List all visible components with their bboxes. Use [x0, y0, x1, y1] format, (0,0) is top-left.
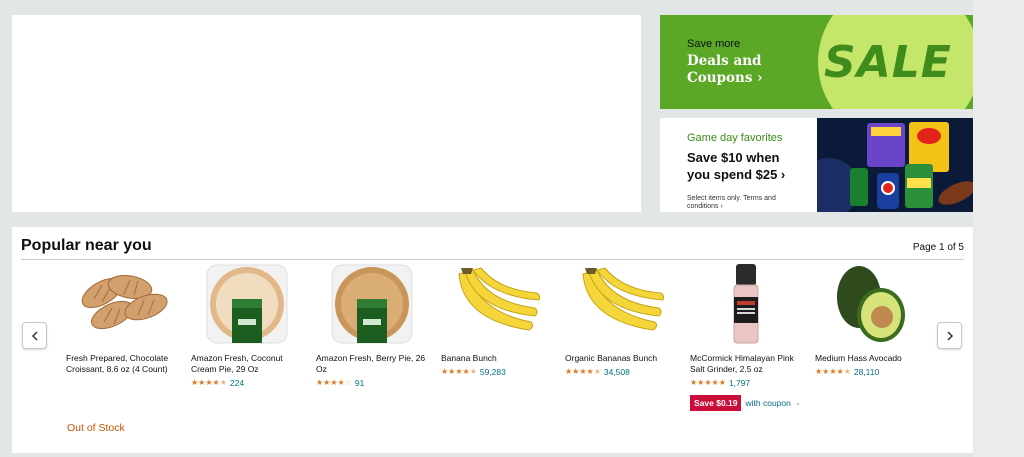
banana-image[interactable]: [441, 262, 553, 346]
product-rating[interactable]: ★ ★ ★ ★ ★ 224: [191, 378, 303, 388]
product-card[interactable]: Amazon Fresh, Berry Pie, 26 Oz ★ ★ ★ ★ ☆ 91: [316, 262, 428, 388]
product-name[interactable]: Amazon Fresh, Coconut Cream Pie, 29 Oz: [191, 353, 303, 375]
game-day-promo-card[interactable]: Game day favorites Save $10 when you spe…: [660, 118, 973, 212]
review-count[interactable]: 1,797: [729, 378, 750, 388]
promo-headline-line1: Save $10 when: [687, 150, 780, 165]
product-card[interactable]: Medium Hass Avocado ★ ★ ★ ★ ★ 28,110: [815, 262, 927, 377]
hero-banner-area: [12, 15, 641, 212]
star-rating-icon: ★ ★ ★ ★ ★: [565, 367, 601, 376]
snack-products-image: [817, 118, 973, 212]
sale-card-pretitle: Save more: [687, 38, 741, 50]
product-card[interactable]: Organic Bananas Bunch ★ ★ ★ ★ ★ 34,508: [565, 262, 677, 377]
chevron-right-icon: [946, 330, 953, 341]
promo-eyebrow: Game day favorites: [687, 132, 783, 144]
product-card[interactable]: Amazon Fresh, Coconut Cream Pie, 29 Oz ★…: [191, 262, 303, 388]
star-rating-icon: ★ ★ ★ ★ ★: [690, 378, 726, 387]
review-count[interactable]: 91: [355, 378, 364, 388]
product-rating[interactable]: ★ ★ ★ ★ ★ 28,110: [815, 367, 927, 377]
chevron-left-icon: [31, 330, 38, 341]
carousel-pager: Page 1 of 5: [912, 242, 964, 253]
product-name[interactable]: Medium Hass Avocado: [815, 353, 927, 364]
carousel-next-button[interactable]: [937, 322, 962, 349]
coupon-offer[interactable]: Save $0.19 with coupon ⌄: [690, 395, 801, 411]
star-rating-icon: ★ ★ ★ ★ ☆: [316, 378, 352, 387]
banana-image[interactable]: [565, 262, 677, 346]
star-rating-icon: ★ ★ ★ ★ ★: [191, 378, 227, 387]
product-rating[interactable]: ★ ★ ★ ★ ☆ 91: [316, 378, 428, 388]
product-rating[interactable]: ★ ★ ★ ★ ★ 34,508: [565, 367, 677, 377]
product-name[interactable]: Banana Bunch: [441, 353, 553, 364]
out-of-stock-label: Out of Stock: [67, 422, 125, 434]
promo-headline[interactable]: Save $10 when you spend $25 ›: [687, 149, 827, 183]
star-rating-icon: ★ ★ ★ ★ ★: [441, 367, 477, 376]
product-rating[interactable]: ★ ★ ★ ★ ★ 59,283: [441, 367, 553, 377]
carousel-prev-button[interactable]: [22, 322, 47, 349]
croissant-image[interactable]: [66, 262, 178, 346]
review-count[interactable]: 224: [230, 378, 244, 388]
product-card[interactable]: Fresh Prepared, Chocolate Croissant, 8.6…: [66, 262, 178, 375]
coupon-link[interactable]: with coupon: [745, 398, 790, 408]
product-name[interactable]: Amazon Fresh, Berry Pie, 26 Oz: [316, 353, 428, 375]
carousel-divider: [21, 259, 964, 260]
salt-grinder-image[interactable]: [690, 262, 802, 346]
review-count[interactable]: 59,283: [480, 367, 506, 377]
chevron-down-icon[interactable]: ⌄: [795, 399, 801, 407]
product-card[interactable]: McCormick Himalayan Pink Salt Grinder, 2…: [690, 262, 802, 388]
product-name[interactable]: Fresh Prepared, Chocolate Croissant, 8.6…: [66, 353, 178, 375]
page-margin: [973, 0, 1024, 457]
promo-fine-print[interactable]: Select items only. Terms and conditions …: [687, 195, 787, 211]
sale-badge: SALE: [824, 37, 952, 88]
product-name[interactable]: McCormick Himalayan Pink Salt Grinder, 2…: [690, 353, 802, 375]
product-rating[interactable]: ★ ★ ★ ★ ★ 1,797: [690, 378, 802, 388]
popular-near-you-carousel: Popular near you Page 1 of 5 Fresh Prepa…: [12, 227, 973, 453]
review-count[interactable]: 28,110: [854, 367, 879, 377]
star-rating-icon: ★ ★ ★ ★ ★: [815, 367, 851, 376]
product-name[interactable]: Organic Bananas Bunch: [565, 353, 677, 364]
product-card[interactable]: Banana Bunch ★ ★ ★ ★ ★ 59,283: [441, 262, 553, 377]
review-count[interactable]: 34,508: [604, 367, 630, 377]
coconut-pie-image[interactable]: [191, 262, 303, 346]
berry-pie-image[interactable]: [316, 262, 428, 346]
coupon-badge: Save $0.19: [690, 395, 742, 411]
avocado-image[interactable]: [815, 262, 927, 346]
carousel-title: Popular near you: [21, 237, 152, 254]
promo-headline-line2: you spend $25 ›: [687, 167, 786, 182]
deals-coupons-card[interactable]: SALE Save more Deals and Coupons ›: [660, 15, 973, 109]
deals-coupons-link[interactable]: Deals and Coupons ›: [687, 53, 817, 87]
